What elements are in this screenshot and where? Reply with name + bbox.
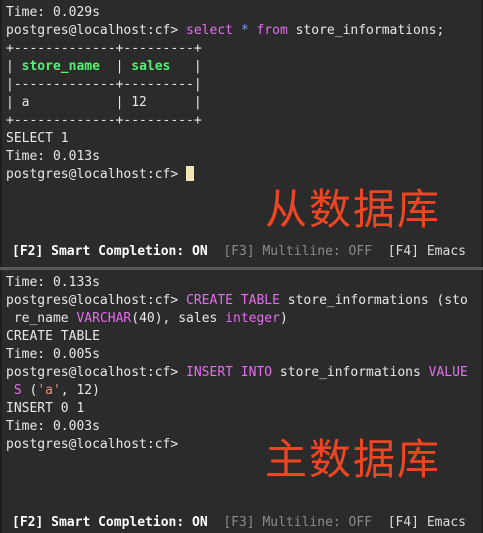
time-line: Time: 0.005s — [6, 347, 100, 362]
table-cell-store-name: a — [21, 95, 30, 110]
insert-line-continued: S ('a', 12) — [6, 382, 479, 400]
insert-result: INSERT 0 1 — [6, 401, 85, 416]
keyword-values: VALUE — [428, 365, 468, 380]
toolbar-multiline: [F3] Multiline: OFF — [223, 244, 373, 259]
table-cell-sales: 12 — [131, 95, 147, 110]
toolbar-smart-completion: [F2] Smart Completion: ON — [12, 515, 208, 530]
table-border-mid: |-------------+---------| — [6, 77, 202, 92]
create-statement: store_informations (sto — [279, 293, 468, 308]
create-line-continued: re_name VARCHAR(40), sales integer) — [6, 310, 479, 328]
insert-line: postgres@localhost:cf> INSERT INTO store… — [6, 364, 479, 382]
keyword-values-continued: S — [6, 383, 22, 398]
keyword-from: from — [256, 23, 288, 38]
star-operator: * — [240, 23, 249, 38]
terminal-pane-top[interactable]: Time: 0.029s postgres@localhost:cf> sele… — [2, 0, 481, 267]
keyword-create-table: CREATE TABLE — [186, 293, 280, 308]
create-line: postgres@localhost:cf> CREATE TABLE stor… — [6, 292, 479, 310]
toolbar-emacs: [F4] Emacs — [387, 515, 466, 530]
time-line: Time: 0.013s — [6, 149, 100, 164]
query-table-name: store_informations; — [295, 23, 445, 38]
table-header-store-name: store_name — [21, 59, 100, 74]
create-result: CREATE TABLE — [6, 329, 100, 344]
terminal-output-top: Time: 0.029s postgres@localhost:cf> sele… — [6, 4, 479, 184]
overlay-label-replica: 从数据库 — [264, 185, 441, 234]
create-end-text: ) — [279, 311, 288, 326]
time-line: Time: 0.029s — [6, 5, 100, 20]
prompt: postgres@localhost:cf> — [6, 23, 179, 38]
time-line: Time: 0.133s — [6, 275, 100, 290]
prompt: postgres@localhost:cf> — [6, 167, 179, 182]
query-line: postgres@localhost:cf> select * from sto… — [6, 22, 479, 40]
insert-statement: store_informations — [272, 365, 429, 380]
prompt: postgres@localhost:cf> — [6, 293, 179, 308]
toolbar-smart-completion: [F2] Smart Completion: ON — [12, 244, 208, 259]
overlay-label-primary: 主数据库 — [264, 435, 441, 484]
table-header-row: | store_name | sales | — [6, 59, 202, 74]
toolbar-bottom: [F2] Smart Completion: ON [F3] Multiline… — [12, 513, 483, 533]
string-literal: 'a' — [37, 383, 61, 398]
prompt: postgres@localhost:cf> — [6, 437, 179, 452]
table-header-sales: sales — [131, 59, 171, 74]
terminal-pane-bottom[interactable]: Time: 0.133s postgres@localhost:cf> CREA… — [2, 270, 481, 533]
insert-open-text: ( — [21, 383, 38, 398]
select-result: SELECT 1 — [6, 131, 69, 146]
toolbar-top: [F2] Smart Completion: ON [F3] Multiline… — [12, 242, 483, 262]
toolbar-multiline: [F3] Multiline: OFF — [223, 515, 373, 530]
table-row: | a | 12 | — [6, 95, 202, 110]
keyword-insert-into: INSERT INTO — [186, 365, 273, 380]
create-continued-text: re_name — [6, 311, 77, 326]
keyword-varchar: VARCHAR — [76, 311, 132, 326]
create-mid-text: (40), sales — [131, 311, 226, 326]
keyword-integer: integer — [225, 311, 280, 326]
keyword-select: select — [186, 23, 233, 38]
prompt: postgres@localhost:cf> — [6, 365, 179, 380]
toolbar-emacs: [F4] Emacs — [387, 244, 466, 259]
table-border-top: +-------------+---------+ — [6, 41, 202, 56]
text-cursor — [186, 166, 195, 181]
table-border-bottom: +-------------+---------+ — [6, 113, 202, 128]
insert-mid-text: , 12) — [60, 383, 100, 398]
